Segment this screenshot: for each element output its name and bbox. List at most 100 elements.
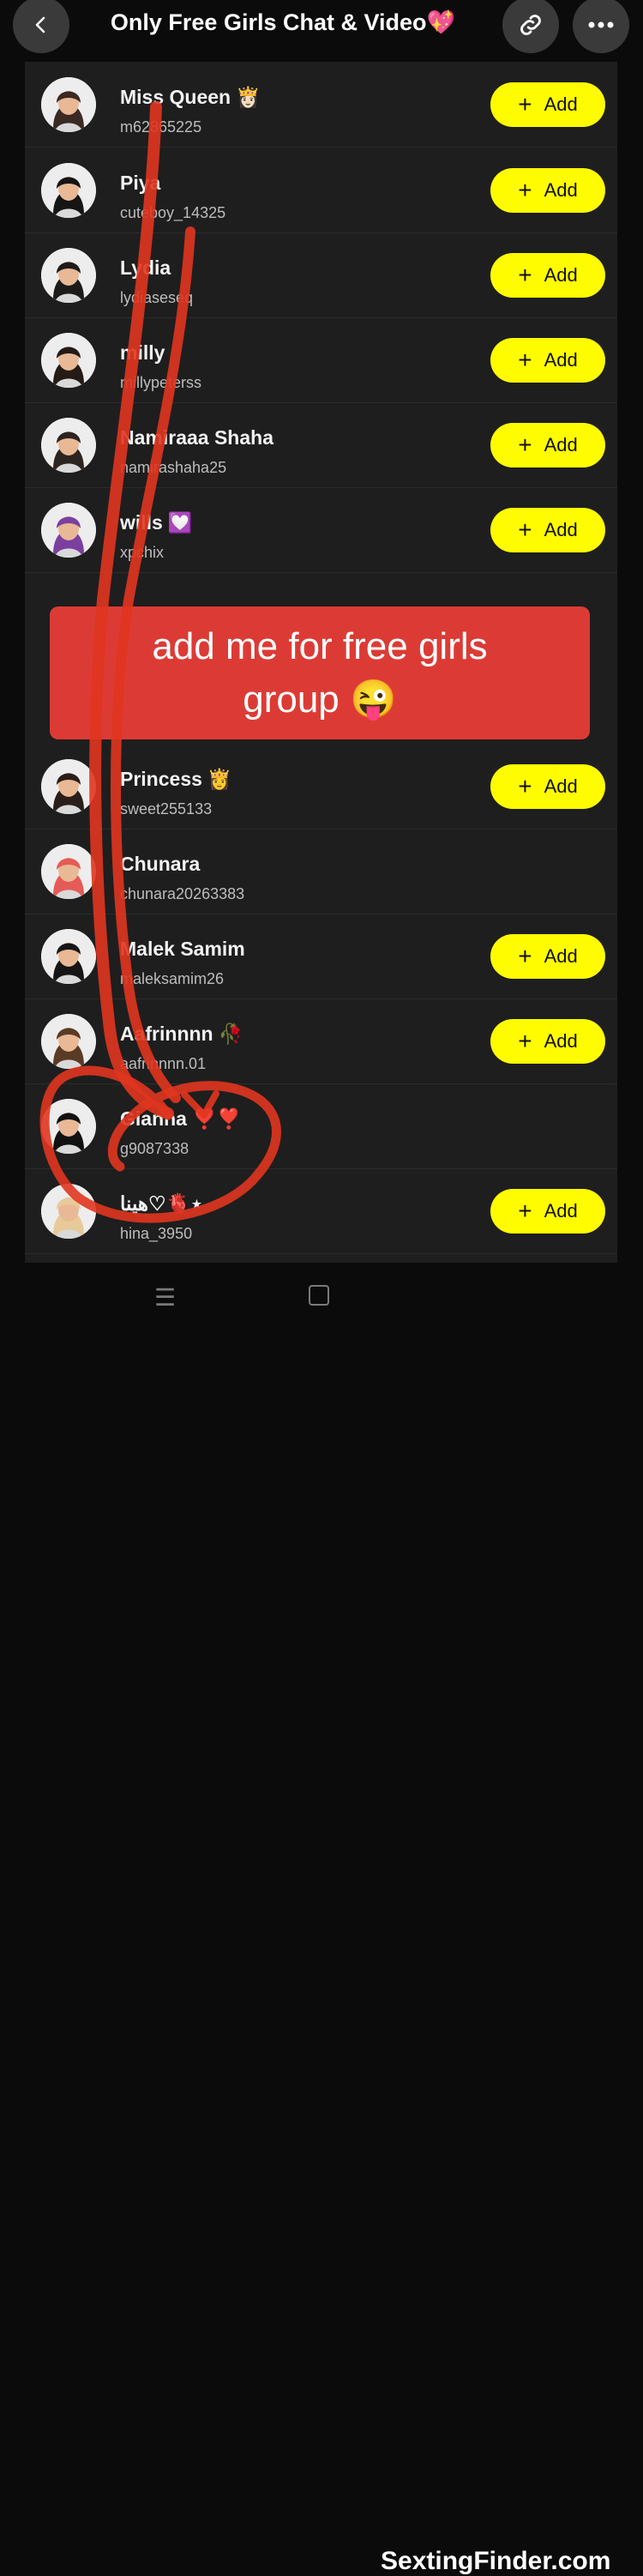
member-row[interactable]: wills 💟 xpchix + Add [25,487,617,573]
add-friend-button[interactable]: + Add [490,168,605,213]
member-row[interactable]: Piya cuteboy_14325 + Add [25,148,617,233]
add-friend-button[interactable]: + Add [490,1019,605,1064]
member-row[interactable]: Aafrinnnn 🥀 aafrinnnn.01 + Add [25,998,617,1084]
avatar[interactable] [41,759,96,814]
add-label: Add [544,264,578,286]
member-row[interactable]: milly millypeterss + Add [25,317,617,403]
square-home-icon[interactable] [309,1285,329,1306]
member-emoji: 👸🏻 [236,86,261,108]
plus-icon: + [518,1198,532,1224]
member-name-text: Malek Samim [120,938,245,960]
watermark: SextingFinder.com [381,2547,611,2575]
member-name-text: Princess [120,768,202,790]
group-title: Only Free Girls Chat & Video💖 [110,9,456,35]
member-row[interactable]: Miss Queen 👸🏻 m62865225 + Add [25,62,617,148]
member-name-text: milly [120,341,165,364]
member-name: Chunara [120,853,200,876]
member-row[interactable]: Gianna ❣️❣️ g9087338 [25,1083,617,1169]
member-name-text: Aafrinnnn [120,1023,213,1045]
plus-icon: + [518,516,532,543]
member-name: هينا♡🫀⋆ [120,1192,203,1216]
avatar[interactable] [41,844,96,899]
plus-icon: + [518,91,532,118]
member-name: Aafrinnnn 🥀 [120,1023,243,1046]
plus-icon: + [518,1028,532,1054]
member-name-text: Namiraaa Shaha [120,426,273,449]
menu-lines-icon[interactable]: ☰ [154,1283,176,1312]
avatar[interactable] [41,333,96,388]
member-name-text: Gianna [120,1107,187,1130]
member-emoji: 💟 [167,511,193,534]
more-horizontal-icon [588,21,614,28]
add-friend-button[interactable]: + Add [490,1189,605,1234]
add-friend-button[interactable]: + Add [490,82,605,127]
member-username: namirashaha25 [120,459,227,476]
member-name: Namiraaa Shaha [120,426,273,449]
member-username: m62865225 [120,118,202,136]
member-row[interactable]: Princess 👸 sweet255133 + Add [25,744,617,830]
add-label: Add [544,945,578,967]
back-button[interactable] [13,0,69,53]
plus-icon: + [518,347,532,373]
add-friend-button[interactable]: + Add [490,934,605,979]
add-friend-button[interactable]: + Add [490,423,605,468]
member-username: sweet255133 [120,800,213,817]
add-label: Add [544,94,578,115]
avatar[interactable] [41,503,96,558]
top-bar: Only Free Girls Chat & Video💖 [0,0,643,57]
member-name-text: Miss Queen [120,86,231,108]
avatar[interactable] [41,163,96,218]
avatar[interactable] [41,1099,96,1154]
add-friend-button[interactable]: + Add [490,764,605,809]
add-label: Add [544,434,578,455]
member-row[interactable]: Malek Samim maleksamim26 + Add [25,914,617,999]
plus-icon: + [518,943,532,969]
member-name: Princess 👸 [120,768,232,791]
member-name: Gianna ❣️❣️ [120,1107,241,1131]
member-emoji: 👸 [207,768,232,790]
add-friend-button[interactable]: + Add [490,508,605,552]
promo-text-line2: group 😜 [243,678,397,721]
add-friend-button[interactable]: + Add [490,338,605,383]
add-label: Add [544,179,578,201]
add-label: Add [544,775,578,797]
member-emoji: 🥀 [218,1023,243,1045]
member-name-text: wills [120,511,163,534]
member-username: xpchix [120,544,165,561]
add-friend-button[interactable]: + Add [490,253,605,298]
more-options-button[interactable] [573,0,629,53]
member-name-text: Piya [120,172,161,194]
avatar[interactable] [41,1184,96,1239]
avatar[interactable] [41,248,96,303]
chevron-left-icon [35,16,45,33]
avatar[interactable] [41,77,96,132]
promo-overlay: add me for free girls group 😜 [50,606,590,739]
member-row[interactable]: Lydia lydiaseseq + Add [25,232,617,318]
member-username: chunara20263383 [120,885,245,902]
member-name-text: Lydia [120,256,171,279]
share-link-button[interactable] [502,0,559,53]
member-username: cuteboy_14325 [120,204,226,221]
avatar[interactable] [41,1014,96,1069]
add-label: Add [544,519,578,540]
member-username: lydiaseseq [120,289,194,306]
plus-icon: + [518,262,532,288]
member-name: Malek Samim [120,938,245,961]
member-name: Lydia [120,256,171,280]
member-username: maleksamim26 [120,970,225,987]
member-name: Miss Queen 👸🏻 [120,86,261,109]
member-row[interactable]: Namiraaa Shaha namirashaha25 + Add [25,402,617,488]
member-username: g9087338 [120,1140,189,1157]
member-username: aafrinnnn.01 [120,1055,207,1072]
member-name: wills 💟 [120,511,193,534]
plus-icon: + [518,431,532,458]
member-name: milly [120,341,165,365]
member-row[interactable]: هينا♡🫀⋆ hina_3950 + Add [25,1168,617,1254]
avatar[interactable] [41,929,96,984]
member-name: Piya [120,172,160,195]
member-row[interactable]: Chunara chunara20263383 [25,829,617,914]
member-name-text: Chunara [120,853,201,875]
plus-icon: + [518,177,532,203]
add-label: Add [544,1200,578,1222]
avatar[interactable] [41,418,96,473]
